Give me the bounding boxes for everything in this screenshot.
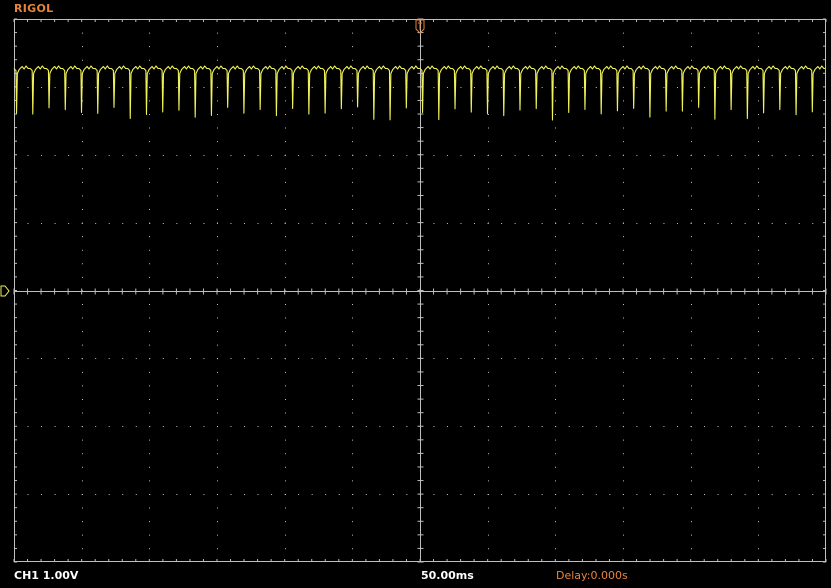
trigger-delay[interactable]: Delay:0.000s [556, 569, 628, 582]
waveform-screen [0, 18, 827, 563]
oscilloscope-display: RIGOL CH1 1.00V 50.00ms Delay:0.000s [0, 0, 831, 588]
brand-logo: RIGOL [14, 2, 54, 15]
ground-marker-icon[interactable] [0, 285, 10, 297]
channel-1-scale[interactable]: CH1 1.00V [14, 569, 78, 582]
graticule [13, 18, 827, 563]
markers [0, 19, 425, 297]
channel-1-trace [13, 65, 825, 121]
timebase-scale[interactable]: 50.00ms [421, 569, 474, 582]
channel-1-waveform [13, 65, 825, 121]
